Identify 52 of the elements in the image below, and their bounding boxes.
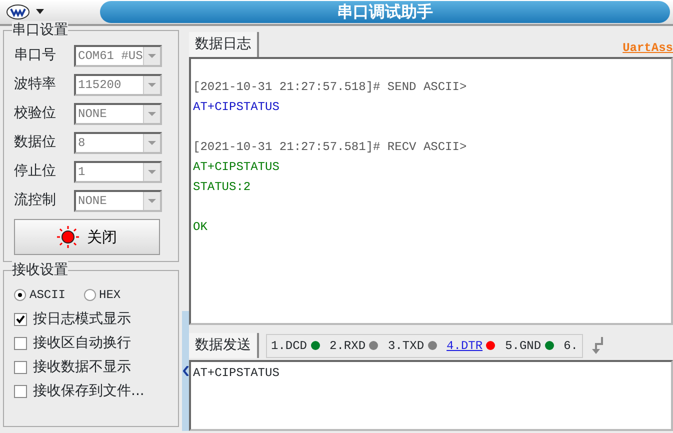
- window-title: 串口调试助手: [337, 1, 433, 23]
- field-label: 停止位: [14, 162, 57, 181]
- arrow-icon[interactable]: [590, 335, 604, 356]
- dropdown-caret-icon[interactable]: [143, 192, 160, 210]
- checkbox-label[interactable]: 接收区自动换行: [33, 332, 131, 354]
- dropdown-caret-icon[interactable]: [143, 46, 160, 64]
- close-port-button[interactable]: 关闭: [14, 219, 160, 255]
- send-input[interactable]: AT+CIPSTATUS: [189, 360, 673, 431]
- checkbox-label[interactable]: 按日志模式显示: [33, 308, 131, 330]
- log-line: [2021-10-31 21:27:57.518]# SEND ASCII>: [193, 79, 468, 96]
- dropdown-caret-icon[interactable]: [143, 134, 160, 152]
- dropdown[interactable]: NONE: [74, 102, 162, 124]
- checkbox[interactable]: [14, 360, 27, 374]
- log-line: AT+CIPSTATUS: [193, 99, 280, 116]
- dropdown-caret-icon[interactable]: [143, 104, 160, 122]
- field-label: 串口号: [14, 46, 57, 65]
- log-line: AT+CIPSTATUS: [193, 159, 280, 176]
- pin-label: 2.RXD: [330, 338, 366, 354]
- dropdown-caret-icon[interactable]: [143, 76, 160, 94]
- dropdown[interactable]: NONE: [74, 190, 162, 212]
- log-tab[interactable]: 数据日志: [189, 32, 259, 57]
- field-label: 校验位: [14, 104, 57, 123]
- splitter-handle[interactable]: [182, 311, 189, 431]
- radio-label[interactable]: HEX: [99, 286, 121, 304]
- group-legend: 串口设置: [12, 21, 68, 39]
- send-tab[interactable]: 数据发送: [189, 333, 259, 358]
- field-label: 流控制: [14, 191, 57, 210]
- pin-link[interactable]: 4.DTR: [446, 336, 483, 354]
- log-line: STATUS:2: [193, 179, 252, 196]
- field-label: 数据位: [14, 133, 57, 152]
- checkbox-label[interactable]: 接收数据不显示: [33, 356, 131, 378]
- pin-label: 6.: [564, 338, 578, 354]
- checkbox[interactable]: [14, 336, 27, 350]
- radio-button[interactable]: [14, 289, 26, 301]
- radio-button[interactable]: [84, 289, 96, 301]
- log-line: [2021-10-31 21:27:57.581]# RECV ASCII>: [193, 139, 468, 156]
- checkbox-label[interactable]: 接收保存到文件...: [33, 380, 144, 402]
- dropdown[interactable]: 8: [74, 132, 162, 154]
- group-legend: 接收设置: [12, 261, 68, 279]
- dropdown[interactable]: 1: [74, 160, 162, 182]
- radio-label[interactable]: ASCII: [30, 286, 66, 304]
- log-line: OK: [193, 219, 208, 236]
- checkbox[interactable]: [14, 312, 27, 326]
- checkbox[interactable]: [14, 384, 27, 398]
- pin-label: 5.GND: [505, 338, 542, 354]
- pin-label: 3.TXD: [388, 338, 424, 354]
- dropdown[interactable]: 115200: [74, 74, 162, 96]
- dropdown[interactable]: COM61 #US: [74, 44, 162, 66]
- pin-label: 1.DCD: [271, 338, 308, 354]
- app-icon[interactable]: [6, 2, 30, 22]
- dropdown-caret-icon[interactable]: [143, 162, 160, 180]
- field-label: 波特率: [14, 75, 57, 94]
